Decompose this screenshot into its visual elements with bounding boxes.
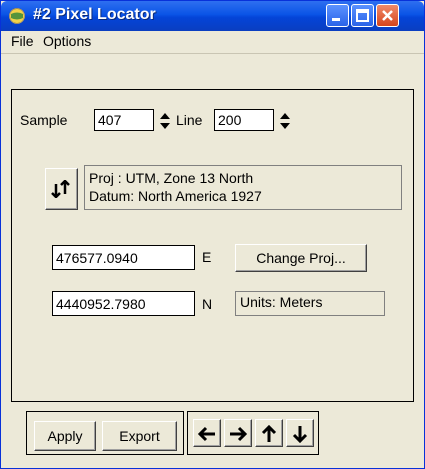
change-proj-button[interactable]: Change Proj... xyxy=(235,244,367,272)
down-button[interactable] xyxy=(286,419,314,447)
projection-text: Proj : UTM, Zone 13 North xyxy=(89,170,254,186)
line-label: Line xyxy=(176,112,203,128)
sample-input[interactable] xyxy=(94,109,154,131)
globe-icon xyxy=(8,7,26,25)
right-button[interactable] xyxy=(224,419,252,447)
easting-label: E xyxy=(202,249,212,265)
maximize-icon xyxy=(356,9,369,22)
arrow-down-icon xyxy=(292,426,308,443)
pixel-locator-window: #2 Pixel Locator File Options Sample Lin… xyxy=(0,0,425,469)
apply-button[interactable]: Apply xyxy=(34,421,96,451)
swap-vertical-icon xyxy=(51,180,70,198)
close-button[interactable] xyxy=(376,4,399,27)
northing-input[interactable] xyxy=(52,291,195,316)
menu-bar: File Options xyxy=(1,31,424,54)
menu-file[interactable]: File xyxy=(11,33,34,49)
arrow-left-icon xyxy=(197,426,215,442)
minimize-button[interactable] xyxy=(326,4,349,27)
units-readout: Units: Meters xyxy=(235,291,385,316)
maximize-button[interactable] xyxy=(351,4,374,27)
easting-input[interactable] xyxy=(52,245,195,270)
projection-readout: Proj : UTM, Zone 13 North Datum: North A… xyxy=(84,165,402,210)
line-input[interactable] xyxy=(214,109,274,131)
northing-label: N xyxy=(202,296,213,312)
line-spinner-icon[interactable] xyxy=(279,111,291,131)
menu-options[interactable]: Options xyxy=(43,33,91,49)
up-button[interactable] xyxy=(255,419,283,447)
export-button[interactable]: Export xyxy=(102,421,177,451)
minimize-icon xyxy=(332,18,340,21)
arrow-right-icon xyxy=(230,426,248,442)
datum-text: Datum: North America 1927 xyxy=(89,188,262,204)
close-icon xyxy=(382,10,393,21)
sample-label: Sample xyxy=(20,112,68,128)
left-button[interactable] xyxy=(193,419,221,447)
title-bar[interactable]: #2 Pixel Locator xyxy=(1,1,424,31)
swap-projection-button[interactable] xyxy=(45,168,78,210)
arrow-up-icon xyxy=(261,425,277,442)
sample-spinner-icon[interactable] xyxy=(159,111,171,131)
window-title: #2 Pixel Locator xyxy=(33,6,156,23)
